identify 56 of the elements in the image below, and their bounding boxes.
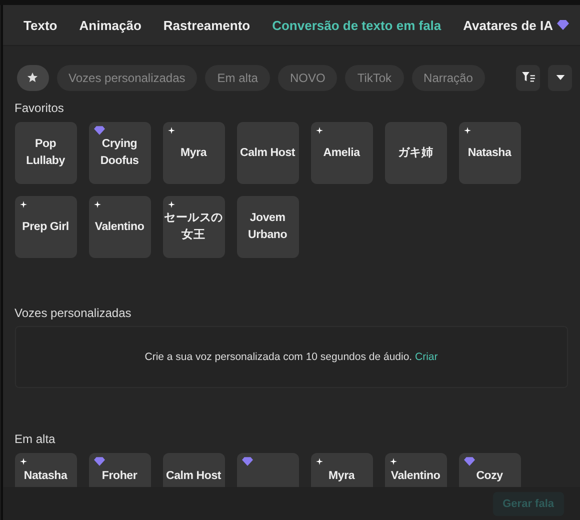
voice-card[interactable]: セールスの女王 <box>162 196 225 258</box>
filter-chip[interactable]: NOVO <box>278 64 338 91</box>
voice-name: セールスの女王 <box>163 211 224 244</box>
voice-card[interactable]: Natasha <box>458 122 521 184</box>
voice-name: Myra <box>180 146 207 161</box>
voice-name: Natasha <box>24 469 68 484</box>
voice-card[interactable]: Jovem Urbano <box>236 196 299 258</box>
favorites-chip[interactable] <box>16 64 49 91</box>
tab[interactable]: Animação <box>68 18 152 33</box>
section-title: Vozes personalizadas <box>14 305 132 320</box>
voice-card[interactable]: Calm Host <box>162 453 225 488</box>
voice-name: Calm Host <box>166 469 222 484</box>
create-link[interactable]: Criar <box>415 351 438 364</box>
voice-name: ガキ姉 <box>398 146 434 161</box>
voice-card[interactable]: Myra <box>162 122 225 184</box>
voice-card[interactable]: Froher <box>88 453 151 488</box>
voice-name: Pop Lullaby <box>25 137 66 170</box>
voice-card[interactable]: ガキ姉 <box>384 122 447 184</box>
voice-card[interactable]: Natasha <box>14 453 77 488</box>
voice-name: Cozy <box>476 469 503 484</box>
tab[interactable]: Rastreamento <box>152 18 262 33</box>
voice-card[interactable]: Myra <box>310 453 373 488</box>
voice-card[interactable]: Cozy <box>458 453 521 488</box>
voice-name: Crying Doofus <box>99 137 140 170</box>
voice-name: Calm Host <box>240 146 296 161</box>
voice-name: Myra <box>328 469 355 484</box>
voice-card[interactable]: Crying Doofus <box>88 122 151 184</box>
filter-chip[interactable]: Vozes personalizadas <box>56 64 198 91</box>
voice-name: Jovem Urbano <box>247 211 288 244</box>
tab[interactable]: Avatares de IA <box>452 18 580 33</box>
filter-chip[interactable]: TikTok <box>345 64 404 91</box>
tab[interactable]: Texto <box>12 18 68 33</box>
section-title: Favoritos <box>14 100 65 116</box>
voice-name: Froher <box>102 469 138 484</box>
voice-card[interactable] <box>236 453 299 488</box>
dropdown-button[interactable] <box>548 64 572 91</box>
voice-card[interactable]: Pop Lullaby <box>14 122 77 184</box>
filter-chip[interactable]: Narração <box>412 64 485 91</box>
voice-name: Natasha <box>468 146 512 161</box>
filter-chip[interactable]: Em alta <box>205 64 270 91</box>
voice-card[interactable]: Valentino <box>384 453 447 488</box>
filter-button[interactable] <box>516 64 540 91</box>
voice-card[interactable]: Prep Girl <box>14 196 77 258</box>
tab[interactable]: Conversão de texto em fala <box>261 18 452 33</box>
custom-voice-message: Crie a sua voz personalizada com 10 segundos de áudio. Criar <box>144 351 438 364</box>
voice-name: Prep Girl <box>22 220 69 235</box>
voice-name: Valentino <box>390 469 440 484</box>
voice-card[interactable]: Calm Host <box>236 122 299 184</box>
section-title: Em alta <box>14 431 56 446</box>
star-icon <box>27 72 38 84</box>
voice-name: Valentino <box>94 220 144 235</box>
voice-card[interactable]: Valentino <box>88 196 151 258</box>
voice-name: Amelia <box>323 146 360 161</box>
caret-icon <box>556 75 564 80</box>
voice-card[interactable]: Amelia <box>310 122 373 184</box>
filter-icon <box>522 72 534 84</box>
